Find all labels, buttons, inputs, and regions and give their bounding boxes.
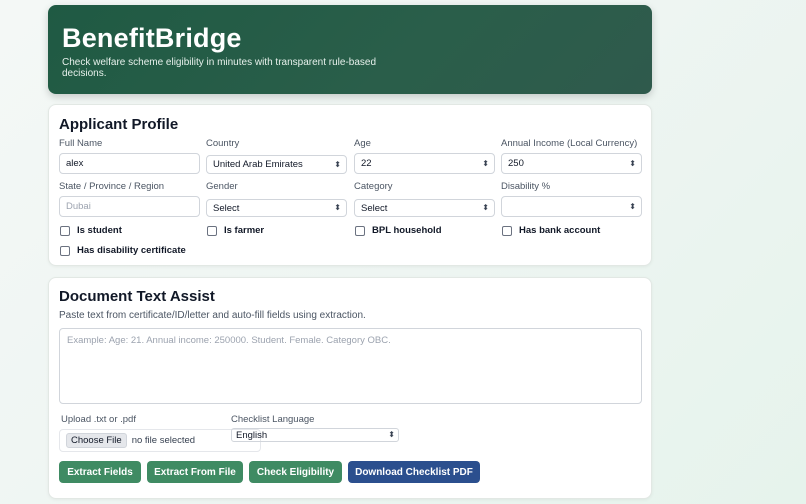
country-value: United Arab Emirates [213,159,303,170]
document-text-area[interactable]: Example: Age: 21. Annual income: 250000.… [59,328,642,404]
document-assist-description: Paste text from certificate/ID/letter an… [59,310,366,321]
checklist-language-select[interactable]: English ⬍ [231,428,399,442]
applicant-profile-title: Applicant Profile [59,116,179,133]
disability-certificate-checkbox[interactable]: Has disability certificate [60,245,186,256]
country-select[interactable]: United Arab Emirates ⬍ [206,155,347,174]
checkbox-box[interactable] [502,225,512,236]
is-student-checkbox[interactable]: Is student [60,225,122,236]
is-student-label: Is student [77,225,122,236]
state-placeholder: Dubai [66,201,91,212]
file-status-text: no file selected [131,435,196,446]
income-label: Annual Income (Local Currency) [501,138,638,149]
download-checklist-button[interactable]: Download Checklist PDF [348,461,480,483]
chevron-updown-icon: ⬍ [334,203,341,212]
document-assist-card: Document Text Assist Paste text from cer… [48,277,652,499]
chevron-updown-icon: ⬍ [334,159,341,169]
checklist-language-label: Checklist Language [231,414,315,425]
gender-select[interactable]: Select ⬍ [206,199,347,217]
state-label: State / Province / Region [59,181,165,192]
checkbox-box[interactable] [207,225,217,236]
choose-file-button[interactable]: Choose File [66,433,127,448]
upload-label: Upload .txt or .pdf [61,414,136,425]
full-name-value: alex [66,158,84,169]
full-name-label: Full Name [59,138,103,149]
stepper-icon[interactable]: ⬍ [482,159,489,168]
bank-account-label: Has bank account [519,225,601,236]
chevron-updown-icon: ⬍ [482,203,489,212]
stepper-icon[interactable]: ⬍ [629,159,636,168]
category-value: Select [361,202,388,214]
is-farmer-label: Is farmer [224,225,265,236]
gender-label: Gender [206,181,238,192]
is-farmer-checkbox[interactable]: Is farmer [207,225,264,236]
checkbox-box[interactable] [60,245,70,256]
bpl-household-label: BPL household [372,225,442,236]
applicant-profile-card: Applicant Profile Full Name alex Country… [48,104,652,266]
income-input[interactable]: 250 ⬍ [501,153,642,174]
chevron-updown-icon: ⬍ [388,430,395,439]
bank-account-checkbox[interactable]: Has bank account [502,225,600,236]
disability-certificate-label: Has disability certificate [77,245,186,256]
stepper-icon[interactable]: ⬍ [629,202,636,211]
disability-label: Disability % [501,181,551,192]
document-text-placeholder: Example: Age: 21. Annual income: 250000.… [67,335,391,346]
age-label: Age [354,138,371,149]
state-input[interactable]: Dubai [59,196,200,217]
app-title: BenefitBridge [62,23,242,53]
age-input[interactable]: 22 ⬍ [354,153,495,174]
document-assist-title: Document Text Assist [59,288,215,305]
income-value: 250 [508,158,524,169]
age-value: 22 [361,158,372,169]
gender-value: Select [213,202,240,214]
check-eligibility-button[interactable]: Check Eligibility [249,461,342,483]
full-name-input[interactable]: alex [59,153,200,174]
category-select[interactable]: Select ⬍ [354,199,495,217]
extract-fields-button[interactable]: Extract Fields [59,461,141,483]
bpl-household-checkbox[interactable]: BPL household [355,225,442,236]
app-header: BenefitBridge Check welfare scheme eligi… [48,5,652,94]
extract-from-file-button[interactable]: Extract From File [147,461,243,483]
checkbox-box[interactable] [60,225,70,236]
app-subtitle: Check welfare scheme eligibility in minu… [62,57,377,79]
checkbox-box[interactable] [355,225,365,236]
country-label: Country [206,138,240,149]
category-label: Category [354,181,393,192]
disability-input[interactable]: ⬍ [501,196,642,217]
checklist-language-value: English [236,429,268,441]
